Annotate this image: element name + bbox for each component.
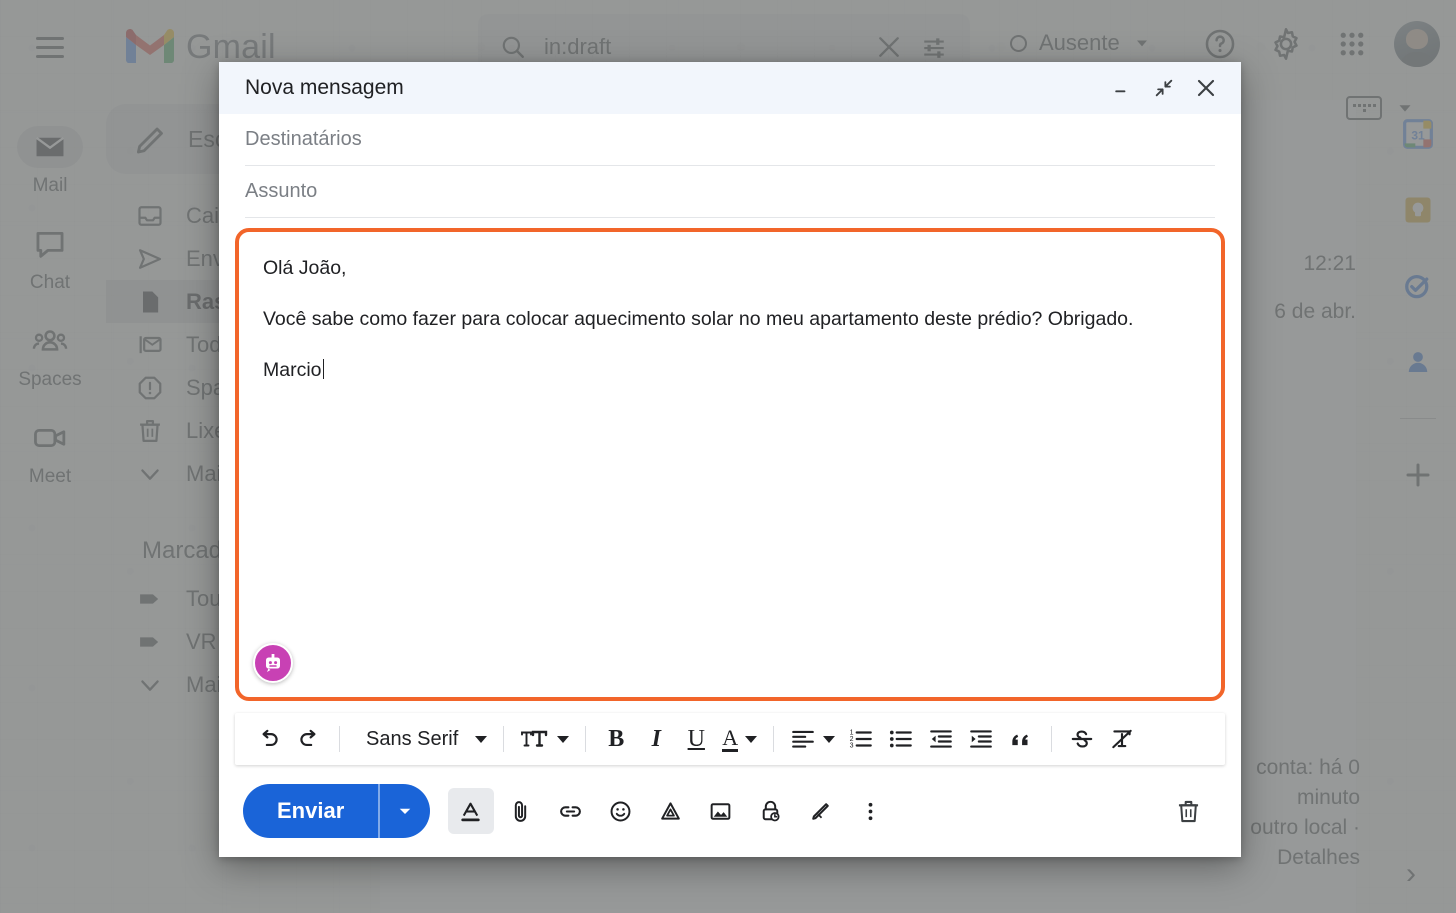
compose-window: Nova mensagem Destinatários Assunto Olá … (219, 62, 1241, 857)
compose-tool-icons (447, 788, 894, 834)
send-button[interactable]: Enviar (243, 784, 378, 838)
formatting-toolbar: Sans Serif B I U A 1 2 3 (235, 713, 1225, 765)
increase-indent-icon[interactable] (961, 719, 1001, 759)
divider (1051, 726, 1053, 752)
insert-photo-icon[interactable] (698, 788, 744, 834)
send-button-group[interactable]: Enviar (243, 784, 430, 838)
divider (339, 726, 340, 752)
subject-placeholder: Assunto (245, 180, 318, 202)
body-line-2: Você sabe como fazer para colocar aqueci… (263, 308, 1134, 330)
subject-field[interactable]: Assunto (245, 166, 1215, 218)
redo-icon[interactable] (289, 719, 329, 759)
divider (503, 726, 505, 752)
divider (585, 726, 587, 752)
text-color-label: A (722, 724, 739, 752)
text-size-selector[interactable] (514, 719, 575, 759)
ai-assistant-robot-icon[interactable] (253, 643, 293, 683)
compose-action-bar: Enviar (219, 765, 1241, 857)
chevron-down-icon (745, 735, 758, 743)
chevron-down-icon (557, 735, 570, 743)
underline-button[interactable]: U (676, 719, 716, 759)
svg-text:3: 3 (850, 743, 854, 750)
block-quote-icon[interactable] (1001, 719, 1041, 759)
chevron-down-icon (399, 808, 411, 814)
undo-icon[interactable] (249, 719, 289, 759)
window-controls (1105, 71, 1223, 105)
exit-full-screen-icon[interactable] (1147, 71, 1181, 105)
discard-draft-icon[interactable] (1165, 788, 1211, 834)
confidential-mode-icon[interactable] (748, 788, 794, 834)
recipients-placeholder: Destinatários (245, 128, 362, 150)
signature-pen-icon[interactable] (798, 788, 844, 834)
insert-emoji-icon[interactable] (598, 788, 644, 834)
body-line-3: Marcio (263, 356, 1201, 385)
numbered-list-icon[interactable]: 1 2 3 (841, 719, 881, 759)
close-icon[interactable] (1189, 71, 1223, 105)
minimize-icon[interactable] (1105, 71, 1139, 105)
chevron-down-icon (823, 735, 836, 743)
text-color-selector[interactable]: A (716, 719, 763, 759)
message-body-editor[interactable]: Olá João, Você sabe como fazer para colo… (235, 228, 1225, 701)
remove-formatting-icon[interactable] (1102, 719, 1142, 759)
compose-title: Nova mensagem (245, 76, 404, 99)
recipients-field[interactable]: Destinatários (245, 114, 1215, 166)
italic-button[interactable]: I (636, 719, 676, 759)
formatting-options-icon[interactable] (447, 788, 494, 834)
font-family-label: Sans Serif (366, 727, 459, 750)
compose-header: Nova mensagem (219, 62, 1241, 114)
underline-label: U (687, 725, 705, 752)
align-selector[interactable] (784, 719, 841, 759)
message-body-text[interactable]: Olá João, Você sabe como fazer para colo… (263, 254, 1201, 385)
align-left-icon (792, 730, 814, 748)
bold-label: B (608, 725, 625, 752)
text-size-icon (521, 730, 548, 747)
decrease-indent-icon[interactable] (921, 719, 961, 759)
font-family-selector[interactable]: Sans Serif (350, 719, 493, 759)
google-drive-icon[interactable] (648, 788, 694, 834)
bold-button[interactable]: B (596, 719, 636, 759)
bulleted-list-icon[interactable] (881, 719, 921, 759)
strikethrough-icon[interactable] (1062, 719, 1102, 759)
body-line-1: Olá João, (263, 257, 347, 279)
insert-link-icon[interactable] (548, 788, 594, 834)
chevron-down-icon (475, 735, 488, 743)
send-options-button[interactable] (380, 784, 430, 838)
text-cursor (322, 359, 325, 379)
divider (773, 726, 775, 752)
more-options-icon[interactable] (848, 788, 894, 834)
attach-file-icon[interactable] (498, 788, 544, 834)
italic-label: I (651, 725, 661, 752)
